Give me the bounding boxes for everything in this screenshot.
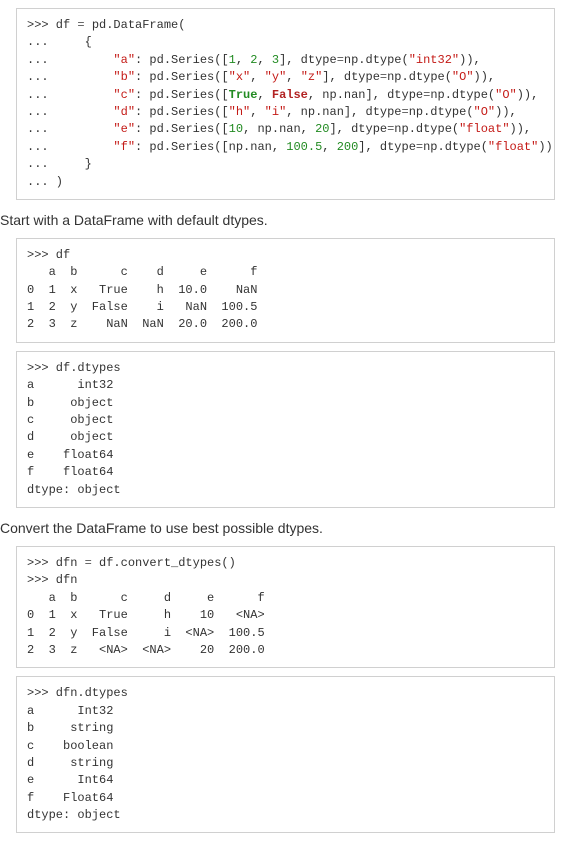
code-text: )), bbox=[474, 70, 496, 84]
code-text: , np.nan], dtype bbox=[286, 105, 401, 119]
code-text: )), bbox=[517, 88, 539, 102]
code-text: )), bbox=[510, 122, 532, 136]
code-text: )), bbox=[538, 140, 555, 154]
code-text: ], dtype bbox=[279, 53, 337, 67]
code-text: : pd.Series([ bbox=[135, 105, 229, 119]
str: "h" bbox=[229, 105, 251, 119]
str: "i" bbox=[265, 105, 287, 119]
num: 20 bbox=[315, 122, 329, 136]
str-key: "a" bbox=[113, 53, 135, 67]
code-line: ... { bbox=[27, 35, 92, 49]
code-line: ... } bbox=[27, 157, 92, 171]
code-text: ], dtype bbox=[329, 122, 387, 136]
str: "x" bbox=[229, 70, 251, 84]
code-indent: ... bbox=[27, 122, 113, 136]
prose-convert-dtypes: Convert the DataFrame to use best possib… bbox=[0, 520, 555, 536]
code-text: , bbox=[257, 88, 271, 102]
code-text: , bbox=[257, 53, 271, 67]
code-indent: ... bbox=[27, 140, 113, 154]
code-text: np.dtype( bbox=[394, 122, 459, 136]
code-text: : pd.Series([np.nan, bbox=[135, 140, 286, 154]
code-block-convert-dtypes: >>> dfn = df.convert_dtypes() >>> dfn a … bbox=[16, 546, 555, 668]
code-text: , np.nan, bbox=[243, 122, 315, 136]
prose-default-dtypes: Start with a DataFrame with default dtyp… bbox=[0, 212, 555, 228]
code-line: >>> dfn bbox=[27, 573, 77, 587]
code-text: , bbox=[286, 70, 300, 84]
str: "O" bbox=[495, 88, 517, 102]
op-equals: = bbox=[402, 105, 409, 119]
code-text: np.dtype( bbox=[409, 105, 474, 119]
code-text: np.dtype( bbox=[423, 140, 488, 154]
code-indent: ... bbox=[27, 105, 113, 119]
code-indent: ... bbox=[27, 70, 113, 84]
code-text: : pd.Series([ bbox=[135, 53, 229, 67]
num: 10 bbox=[229, 122, 243, 136]
str: "O" bbox=[474, 105, 496, 119]
code-text: , bbox=[322, 140, 336, 154]
code-block-df-dtypes: >>> df.dtypes a int32 b object c object … bbox=[16, 351, 555, 508]
code-text: )), bbox=[459, 53, 481, 67]
code-text: np.dtype( bbox=[387, 70, 452, 84]
code-block-df-output: >>> df a b c d e f 0 1 x True h 10.0 NaN… bbox=[16, 238, 555, 343]
code-text: >>> dfn bbox=[27, 556, 85, 570]
str: "int32" bbox=[409, 53, 459, 67]
code-text: , np.nan], dtype bbox=[308, 88, 423, 102]
code-text: , bbox=[250, 70, 264, 84]
code-block-dataframe-construct: >>> df = pd.DataFrame( ... { ... "a": pd… bbox=[16, 8, 555, 200]
str: "z" bbox=[301, 70, 323, 84]
code-block-dfn-dtypes: >>> dfn.dtypes a Int32 b string c boolea… bbox=[16, 676, 555, 833]
code-text: )), bbox=[495, 105, 517, 119]
code-text: df.convert_dtypes() bbox=[92, 556, 236, 570]
code-text: pd.DataFrame( bbox=[85, 18, 186, 32]
code-text: : pd.Series([ bbox=[135, 88, 229, 102]
num: 1 bbox=[229, 53, 236, 67]
code-text: , bbox=[250, 105, 264, 119]
str: "O" bbox=[452, 70, 474, 84]
kw-true: True bbox=[229, 88, 258, 102]
code-text: np.dtype( bbox=[344, 53, 409, 67]
code-text: : pd.Series([ bbox=[135, 122, 229, 136]
code-indent: ... bbox=[27, 88, 113, 102]
op-equals: = bbox=[337, 53, 344, 67]
code-line: ... ) bbox=[27, 175, 63, 189]
str: "y" bbox=[265, 70, 287, 84]
code-output: a b c d e f 0 1 x True h 10 <NA> 1 2 y F… bbox=[27, 591, 265, 657]
code-text: : pd.Series([ bbox=[135, 70, 229, 84]
op-equals: = bbox=[77, 18, 84, 32]
num: 3 bbox=[272, 53, 279, 67]
str-key: "d" bbox=[113, 105, 135, 119]
code-indent: ... bbox=[27, 53, 113, 67]
code-text: ], dtype bbox=[358, 140, 416, 154]
num: 100.5 bbox=[286, 140, 322, 154]
code-text: np.dtype( bbox=[430, 88, 495, 102]
str-key: "e" bbox=[113, 122, 135, 136]
code-line: >>> df bbox=[27, 18, 77, 32]
code-text: , bbox=[236, 53, 250, 67]
str: "float" bbox=[459, 122, 509, 136]
kw-false: False bbox=[272, 88, 308, 102]
op-equals: = bbox=[85, 556, 92, 570]
code-text: ], dtype bbox=[322, 70, 380, 84]
str-key: "c" bbox=[113, 88, 135, 102]
num: 200 bbox=[337, 140, 359, 154]
str: "float" bbox=[488, 140, 538, 154]
str-key: "b" bbox=[113, 70, 135, 84]
str-key: "f" bbox=[113, 140, 135, 154]
